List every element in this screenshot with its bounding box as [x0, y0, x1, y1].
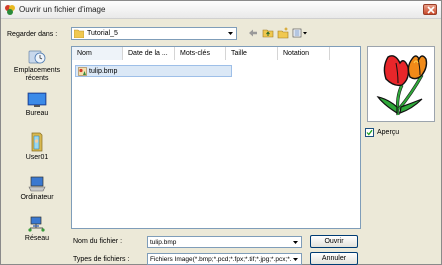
open-button[interactable]: Ouvrir: [310, 235, 358, 248]
close-button[interactable]: [423, 4, 437, 15]
desktop-icon: [27, 92, 47, 107]
lookin-value: Tutorial_5: [87, 30, 118, 37]
new-folder-icon[interactable]: [277, 27, 289, 39]
places-bar: Emplacements récents Bureau User01 Ordin…: [6, 46, 68, 258]
checkmark-icon: [366, 129, 373, 136]
user-folder-icon: [31, 132, 43, 152]
preview-pane: [367, 46, 435, 122]
computer-icon: [28, 176, 46, 192]
filename-label: Nom du fichier :: [73, 238, 123, 245]
chevron-down-icon[interactable]: [291, 238, 300, 247]
place-label: User01: [25, 154, 49, 161]
lookin-dropdown[interactable]: Tutorial_5: [71, 27, 237, 40]
open-image-dialog: Ouvrir un fichier d'image Regarder dans …: [0, 0, 442, 265]
recent-places-icon: [28, 50, 46, 64]
column-header-size[interactable]: Taille: [226, 47, 278, 60]
network-icon: [28, 216, 45, 232]
column-header-label: Mots-clés: [180, 50, 210, 57]
chevron-down-icon[interactable]: [226, 29, 235, 38]
chevron-down-icon[interactable]: [291, 255, 300, 264]
file-name: tulip.bmp: [89, 68, 118, 75]
filetype-label: Types de fichiers :: [73, 256, 130, 263]
place-label: Emplacements récents: [13, 67, 61, 82]
file-list[interactable]: ˄ Nom Date de la ... Mots-clés Taille No…: [71, 46, 361, 229]
place-desktop[interactable]: Bureau: [6, 91, 68, 118]
close-icon: [427, 6, 435, 14]
title-bar[interactable]: Ouvrir un fichier d'image: [1, 1, 441, 19]
filename-value: tulip.bmp: [150, 239, 177, 246]
place-label: Bureau: [25, 110, 49, 117]
preview-label[interactable]: Aperçu: [377, 129, 399, 136]
column-header-label: Date de la ...: [128, 50, 168, 57]
folder-icon: [74, 29, 84, 38]
filetype-dropdown[interactable]: Fichiers Image(*.bmp;*.pcd;*.fpx;*.tif;*…: [147, 253, 302, 265]
tulip-preview-image: [376, 55, 428, 116]
back-arrow-icon[interactable]: [247, 27, 259, 39]
window-title: Ouvrir un fichier d'image: [19, 5, 106, 14]
place-label: Réseau: [24, 235, 50, 242]
filetype-value: Fichiers Image(*.bmp;*.pcd;*.fpx;*.tif;*…: [150, 256, 294, 263]
lookin-label: Regarder dans :: [7, 31, 58, 38]
column-header-label: Notation: [283, 50, 310, 57]
app-icon: [5, 5, 15, 15]
place-recent[interactable]: Emplacements récents: [6, 48, 68, 83]
column-header-label: Taille: [231, 50, 247, 57]
bmp-file-icon: [78, 67, 87, 76]
column-header-rating[interactable]: Notation: [278, 47, 330, 60]
place-label: Ordinateur: [20, 194, 54, 201]
folder-up-icon[interactable]: [262, 27, 274, 39]
preview-checkbox[interactable]: [365, 128, 374, 137]
place-network[interactable]: Réseau: [6, 216, 68, 243]
column-header-date[interactable]: Date de la ...: [123, 47, 175, 60]
view-menu-icon[interactable]: [292, 27, 308, 39]
cancel-button[interactable]: Annuler: [310, 252, 358, 265]
place-computer[interactable]: Ordinateur: [6, 175, 68, 202]
list-item[interactable]: tulip.bmp: [75, 65, 232, 77]
column-header-keywords[interactable]: Mots-clés: [175, 47, 226, 60]
column-header-label: Nom: [77, 50, 92, 57]
filename-field[interactable]: tulip.bmp: [147, 236, 302, 248]
column-header-name[interactable]: ˄ Nom: [72, 47, 123, 60]
sort-up-icon: ˄: [98, 47, 102, 50]
place-user[interactable]: User01: [6, 131, 68, 162]
